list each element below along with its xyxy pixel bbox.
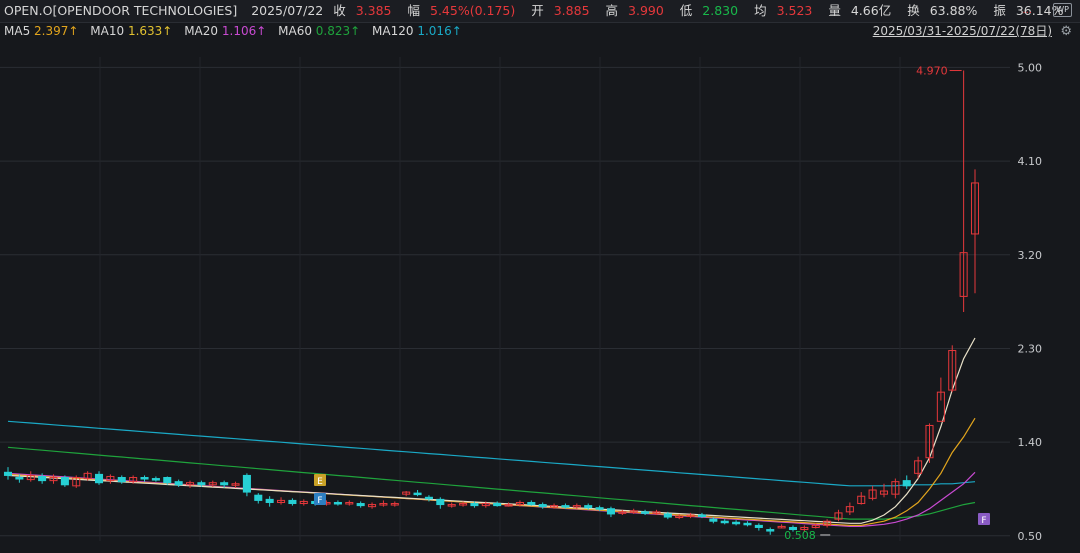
volume-value: 4.66亿 (850, 3, 892, 18)
candle-body (140, 477, 149, 480)
ma10-label: MA10 (90, 24, 125, 38)
ma60-label: MA60 (278, 24, 312, 38)
candle-body (709, 518, 718, 522)
candle-body (15, 477, 24, 480)
avg-label: 均 (754, 3, 767, 18)
y-tick-label: 2.30 (1018, 342, 1043, 355)
gear-icon[interactable]: ⚙ (1060, 24, 1072, 39)
quote-date: 2025/07/22 (251, 3, 324, 18)
candle-body (470, 503, 479, 507)
avg-value: 3.523 (776, 3, 813, 18)
event-marker-label: F (981, 516, 986, 526)
turnover-label: 换 (907, 3, 920, 18)
moving-average-lines (7, 337, 976, 527)
ma5-label: MA5 (4, 24, 31, 38)
candle-body (732, 521, 741, 525)
ma120-label: MA120 (372, 24, 414, 38)
candle-body (436, 498, 445, 506)
candle-body (265, 498, 274, 503)
ma120-line (7, 420, 976, 487)
candle-body (641, 511, 650, 514)
candle-body (38, 475, 47, 482)
high-label: 高 (605, 3, 619, 18)
close-value: 3.385 (355, 3, 392, 18)
grid-lines (0, 57, 1010, 541)
candle-body (720, 520, 729, 524)
candle-body (356, 503, 365, 507)
candle-body (60, 477, 69, 486)
close-label: 收 (333, 3, 346, 18)
candle-body (94, 473, 104, 484)
low-label: 低 (679, 3, 693, 18)
y-tick-label: 0.50 (1018, 530, 1043, 543)
candlestick-chart[interactable]: 5.004.103.202.301.400.50 4.9700.508EFF (0, 40, 1080, 553)
more-indicator: ... (1022, 5, 1032, 16)
ma5-line (7, 337, 976, 524)
candle-body (254, 494, 263, 501)
candle-body (493, 503, 502, 507)
volume-label: 量 (828, 3, 841, 18)
change-value: 5.45%(0.175) (430, 3, 516, 18)
candle-body (117, 477, 126, 483)
candle-body (561, 505, 570, 508)
event-marker-label: E (317, 477, 323, 487)
candle-body (3, 471, 13, 476)
y-tick-label: 3.20 (1018, 249, 1043, 262)
y-tick-label: 4.10 (1018, 155, 1043, 168)
low-value: 2.830 (702, 3, 739, 18)
wp-badge[interactable]: WP (1053, 3, 1072, 17)
candle-body (902, 480, 911, 487)
open-label: 开 (531, 3, 544, 18)
candle-body (766, 529, 775, 532)
max-price-label: 4.970 (916, 65, 948, 78)
candle-body (538, 504, 547, 508)
date-range[interactable]: 2025/03/31-2025/07/22(78日) (873, 22, 1052, 40)
ma20-value: 1.106↑ (221, 24, 267, 38)
candle-body (595, 507, 604, 510)
min-price-label: 0.508 (784, 529, 816, 542)
candle-body (163, 477, 172, 484)
amplitude-label: 振 (993, 3, 1006, 18)
candle-body (754, 524, 763, 528)
ma10-line (7, 417, 976, 526)
ma5-value: 2.397↑ (34, 24, 79, 38)
candle-body (413, 492, 422, 496)
candle-body (424, 496, 433, 500)
y-axis: 5.00 4.10 3.20 2.30 1.40 0.50 (1018, 61, 1043, 542)
candle-body (220, 482, 229, 486)
turnover-value: 63.88% (929, 3, 978, 18)
candles (3, 70, 980, 535)
candle-body (584, 505, 593, 509)
candle-body (288, 499, 297, 505)
candle-body (606, 508, 615, 515)
candle-body (197, 482, 206, 486)
candle-body (174, 481, 183, 486)
open-value: 3.885 (553, 3, 590, 18)
ma20-label: MA20 (184, 24, 219, 38)
candle-body (697, 514, 706, 517)
candle-body (527, 501, 536, 506)
y-tick-label: 5.00 (1018, 61, 1043, 74)
candle-body (663, 513, 672, 518)
candle-body (242, 474, 251, 493)
ma10-value: 1.633↑ (127, 24, 173, 38)
candle-body (333, 501, 342, 505)
change-label: 幅 (407, 3, 421, 18)
high-value: 3.990 (628, 3, 664, 18)
symbol-title[interactable]: OPEN.O[OPENDOOR TECHNOLOGIES] (4, 0, 237, 22)
y-tick-label: 1.40 (1018, 436, 1043, 449)
ma60-value: 0.823↑ (315, 24, 361, 38)
quote-header: OPEN.O[OPENDOOR TECHNOLOGIES] 2025/07/22… (0, 0, 1080, 23)
event-marker-label: F (317, 496, 322, 506)
candle-body (151, 478, 160, 481)
ma120-value: 1.016↑ (417, 24, 462, 38)
candle-body (743, 522, 752, 526)
